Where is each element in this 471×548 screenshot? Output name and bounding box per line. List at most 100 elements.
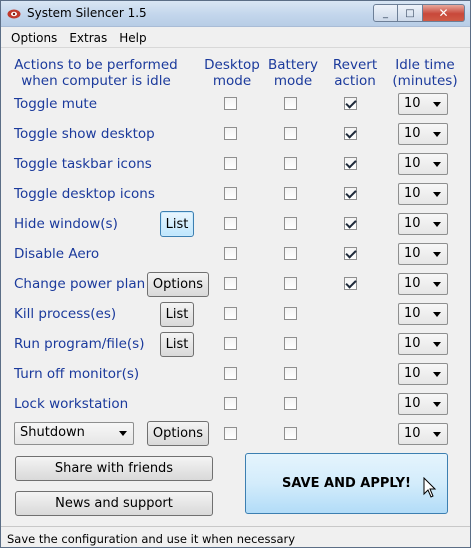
battery-checkbox-toggle-show-desktop[interactable] <box>284 127 297 140</box>
row-label-toggle-desktop-icons: Toggle desktop icons <box>14 186 155 202</box>
idle-select-disable-aero[interactable]: 10 <box>398 243 448 265</box>
news-and-support-button[interactable]: News and support <box>15 491 213 516</box>
menu-help[interactable]: Help <box>113 31 152 45</box>
battery-checkbox-shutdown[interactable] <box>284 427 297 440</box>
battery-checkbox-hide-windows[interactable] <box>284 217 297 230</box>
revert-checkbox-hide-windows[interactable] <box>344 217 357 230</box>
desktop-checkbox-lock-workstation[interactable] <box>224 397 237 410</box>
idle-select-hide-windows[interactable]: 10 <box>398 213 448 235</box>
idle-select-kill-processes[interactable]: 10 <box>398 303 448 325</box>
idle-select-shutdown[interactable]: 10 <box>398 423 448 445</box>
desktop-checkbox-toggle-taskbar-icons[interactable] <box>224 157 237 170</box>
battery-checkbox-run-program[interactable] <box>284 337 297 350</box>
revert-checkbox-disable-aero[interactable] <box>344 247 357 260</box>
idle-select-toggle-desktop-icons[interactable]: 10 <box>398 183 448 205</box>
window-title: System Silencer 1.5 <box>27 6 147 20</box>
caption-buttons: _ □ ✕ <box>373 4 465 22</box>
battery-checkbox-change-power-plan[interactable] <box>284 277 297 290</box>
battery-checkbox-toggle-mute[interactable] <box>284 97 297 110</box>
idle-value: 10 <box>404 246 421 261</box>
actions-header-line2: when computer is idle <box>21 73 171 89</box>
idle-value: 10 <box>404 306 421 321</box>
battery-checkbox-toggle-desktop-icons[interactable] <box>284 187 297 200</box>
idle-value: 10 <box>404 336 421 351</box>
idle-select-toggle-mute[interactable]: 10 <box>398 93 448 115</box>
idle-header-line2: (minutes) <box>392 73 458 89</box>
chevron-down-icon <box>433 102 441 107</box>
revert-checkbox-toggle-taskbar-icons[interactable] <box>344 157 357 170</box>
battery-checkbox-turn-off-monitors[interactable] <box>284 367 297 380</box>
idle-value: 10 <box>404 126 421 141</box>
idle-value: 10 <box>404 366 421 381</box>
battery-checkbox-disable-aero[interactable] <box>284 247 297 260</box>
status-bar: Save the configuration and use it when n… <box>1 526 470 547</box>
idle-select-toggle-show-desktop[interactable]: 10 <box>398 123 448 145</box>
app-window: System Silencer 1.5 _ □ ✕ Options Extras… <box>0 0 471 548</box>
actions-header: Actions to be performed when computer is… <box>11 57 181 89</box>
battery-checkbox-kill-processes[interactable] <box>284 307 297 320</box>
kill-processes-list-button[interactable]: List <box>160 302 194 327</box>
desktop-header-line1: Desktop <box>204 57 260 73</box>
desktop-checkbox-toggle-desktop-icons[interactable] <box>224 187 237 200</box>
title-bar[interactable]: System Silencer 1.5 _ □ ✕ <box>1 1 470 27</box>
desktop-checkbox-shutdown[interactable] <box>224 427 237 440</box>
chevron-down-icon <box>433 162 441 167</box>
revert-checkbox-toggle-mute[interactable] <box>344 97 357 110</box>
maximize-button[interactable]: □ <box>398 4 423 22</box>
menu-extras[interactable]: Extras <box>63 31 113 45</box>
app-icon <box>7 9 21 19</box>
shutdown-options-button[interactable]: Options <box>147 421 209 446</box>
chevron-down-icon <box>433 132 441 137</box>
desktop-checkbox-change-power-plan[interactable] <box>224 277 237 290</box>
desktop-mode-header: Desktop mode <box>201 57 263 89</box>
row-label-run-program: Run program/file(s) <box>14 336 145 352</box>
idle-header-line1: Idle time <box>395 57 455 73</box>
close-button[interactable]: ✕ <box>423 4 465 22</box>
idle-value: 10 <box>404 426 421 441</box>
idle-select-change-power-plan[interactable]: 10 <box>398 273 448 295</box>
menu-bar: Options Extras Help <box>1 28 470 48</box>
idle-select-run-program[interactable]: 10 <box>398 333 448 355</box>
desktop-checkbox-toggle-show-desktop[interactable] <box>224 127 237 140</box>
row-label-hide-windows: Hide window(s) <box>14 216 118 232</box>
power-action-select[interactable]: Shutdown <box>14 422 134 445</box>
desktop-checkbox-kill-processes[interactable] <box>224 307 237 320</box>
hide-windows-list-button[interactable]: List <box>160 211 194 237</box>
share-with-friends-button[interactable]: Share with friends <box>15 456 213 481</box>
status-text: Save the configuration and use it when n… <box>7 532 296 546</box>
chevron-down-icon <box>433 252 441 257</box>
power-plan-options-button[interactable]: Options <box>147 272 209 297</box>
idle-value: 10 <box>404 276 421 291</box>
idle-value: 10 <box>404 156 421 171</box>
desktop-checkbox-disable-aero[interactable] <box>224 247 237 260</box>
row-label-toggle-mute: Toggle mute <box>14 96 98 112</box>
row-label-change-power-plan: Change power plan <box>14 276 146 292</box>
idle-select-lock-workstation[interactable]: 10 <box>398 393 448 415</box>
revert-checkbox-toggle-desktop-icons[interactable] <box>344 187 357 200</box>
chevron-down-icon <box>433 312 441 317</box>
idle-select-turn-off-monitors[interactable]: 10 <box>398 363 448 385</box>
desktop-checkbox-hide-windows[interactable] <box>224 217 237 230</box>
minimize-button[interactable]: _ <box>373 4 398 22</box>
battery-checkbox-toggle-taskbar-icons[interactable] <box>284 157 297 170</box>
chevron-down-icon <box>119 431 127 436</box>
row-label-lock-workstation: Lock workstation <box>14 396 129 412</box>
save-and-apply-button[interactable]: SAVE AND APPLY! <box>245 453 448 514</box>
desktop-checkbox-turn-off-monitors[interactable] <box>224 367 237 380</box>
idle-select-toggle-taskbar-icons[interactable]: 10 <box>398 153 448 175</box>
battery-header-line1: Battery <box>268 57 318 73</box>
chevron-down-icon <box>433 282 441 287</box>
desktop-checkbox-toggle-mute[interactable] <box>224 97 237 110</box>
revert-checkbox-toggle-show-desktop[interactable] <box>344 127 357 140</box>
run-program-list-button[interactable]: List <box>160 332 194 357</box>
battery-header-line2: mode <box>273 73 313 89</box>
revert-header-line2: action <box>334 73 376 89</box>
mouse-pointer-icon <box>423 477 437 498</box>
chevron-down-icon <box>433 402 441 407</box>
revert-checkbox-change-power-plan[interactable] <box>344 277 357 290</box>
idle-time-header: Idle time (minutes) <box>391 57 459 89</box>
battery-checkbox-lock-workstation[interactable] <box>284 397 297 410</box>
desktop-checkbox-run-program[interactable] <box>224 337 237 350</box>
menu-options[interactable]: Options <box>1 31 63 45</box>
actions-header-line1: Actions to be performed <box>14 57 178 73</box>
